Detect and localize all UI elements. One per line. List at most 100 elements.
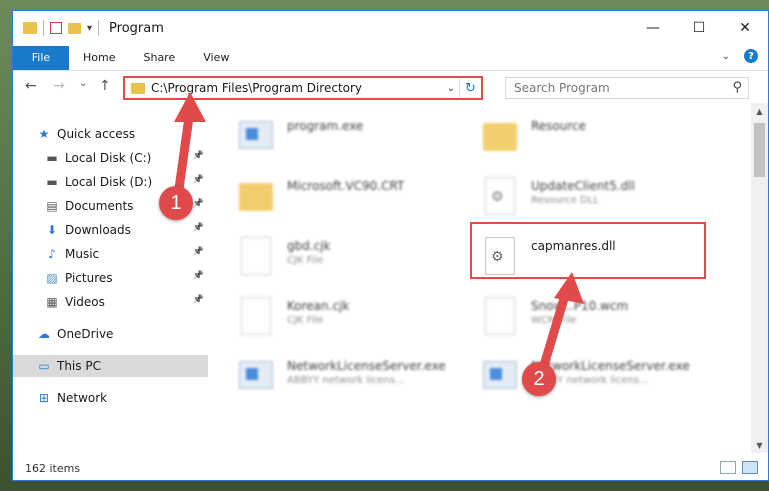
item-count: 162 items [25,461,81,475]
scroll-down-arrow[interactable]: ▼ [751,437,768,453]
search-box[interactable]: Search Program ⚲ [505,77,749,99]
sidebar-item[interactable]: ⊞ Network [13,387,208,409]
file-item[interactable]: NetworkLicenseServer.exe ABBYY network li… [481,353,711,409]
tab-view[interactable]: View [189,51,243,64]
sidebar-item-label: Downloads [65,223,131,237]
large-icons-view-icon[interactable] [742,461,758,474]
window-controls: — ☐ ✕ [630,11,768,45]
file-name: Resource [531,119,587,133]
search-input[interactable]: Search Program [514,81,610,95]
pin-icon[interactable]: 📌 [193,199,204,209]
new-folder-icon[interactable] [68,22,81,34]
back-button[interactable]: ← [25,78,37,94]
sidebar-item-label: Music [65,247,100,261]
refresh-button[interactable]: ↻ [459,78,481,98]
pin-icon[interactable]: 📌 [193,271,204,281]
toolbar-divider [43,20,44,36]
expand-ribbon-icon[interactable]: ⌄ [722,51,730,62]
tab-file[interactable]: File [13,45,69,70]
documents-icon: ▤ [46,199,58,213]
scroll-thumb[interactable] [754,123,765,177]
file-item[interactable]: Korean.cjk CJK File [237,293,467,349]
step-2-badge: 2 [522,362,556,396]
help-icon[interactable]: ? [744,49,758,63]
file-name: NetworkLicenseServer.exe [531,359,690,373]
title-bar: ▾ Program — ☐ ✕ [13,11,768,45]
music-icon: ♪ [48,247,56,261]
application-icon [237,113,273,157]
sidebar-item[interactable]: ⬇ Downloads 📌 [13,219,208,241]
pin-icon[interactable]: 📌 [193,151,204,161]
recent-locations-button[interactable]: ⌄ [79,78,87,89]
address-dropdown-button[interactable]: ⌄ [443,83,459,94]
folder-icon [237,173,273,217]
forward-button[interactable]: → [53,78,65,94]
scroll-up-arrow[interactable]: ▲ [751,103,768,119]
file-item[interactable]: gbd.cjk CJK File [237,233,467,289]
sidebar-item[interactable]: ▦ Videos 📌 [13,291,208,313]
tab-home[interactable]: Home [69,51,129,64]
window-title: Program [109,20,164,36]
properties-icon[interactable] [50,22,62,34]
file-name: UpdateClient5.dll [531,179,635,193]
pin-icon[interactable]: 📌 [193,295,204,305]
drive-icon: ▬ [46,175,58,189]
file-name: program.exe [287,119,364,133]
computer-icon: ▭ [38,359,50,373]
sidebar-item[interactable]: ▬ Local Disk (C:) 📌 [13,147,208,169]
pin-icon[interactable]: 📌 [193,247,204,257]
file-item[interactable]: Resource [481,113,711,169]
search-icon: ⚲ [732,80,742,95]
pin-icon[interactable]: 📌 [193,175,204,185]
file-name: gbd.cjk [287,239,331,253]
document-icon [237,293,273,337]
file-item[interactable]: NetworkLicenseServer.exe ABBYY network li… [237,353,467,409]
step-1-badge: 1 [159,186,193,220]
dll-file-icon: ⚙ [481,173,517,217]
application-icon [481,353,517,397]
pin-icon[interactable]: 📌 [193,223,204,233]
folder-icon [23,22,37,34]
file-list: program.exe Resource Microsoft.VC90.CRT ⚙ Up… [209,103,745,453]
close-button[interactable]: ✕ [722,11,768,45]
file-type: ABBYY network licens... [287,375,405,386]
vertical-scrollbar[interactable]: ▲ ▼ [751,103,768,453]
file-item[interactable]: Microsoft.VC90.CRT [237,173,467,229]
videos-icon: ▦ [46,295,58,309]
maximize-button[interactable]: ☐ [676,11,722,45]
sidebar-item[interactable]: ♪ Music 📌 [13,243,208,265]
sidebar-item[interactable]: ▭ This PC [13,355,208,377]
sidebar-item[interactable]: ▨ Pictures 📌 [13,267,208,289]
file-item[interactable]: ⚙ UpdateClient5.dll Resource DLL [481,173,711,229]
address-path[interactable]: C:\Program Files\Program Directory [151,81,443,95]
pictures-icon: ▨ [46,271,58,285]
file-name: capmanres.dll [531,239,616,253]
tab-share[interactable]: Share [129,51,189,64]
file-name: Korean.cjk [287,299,350,313]
file-type: Resource DLL [531,195,599,206]
drive-icon: ▬ [46,151,58,165]
sidebar-item-label: This PC [57,359,101,373]
file-item[interactable]: Snow...P10.wcm WCM File [481,293,711,349]
file-item[interactable]: program.exe [237,113,467,169]
view-toggle [720,461,758,474]
file-type: WCM File [531,315,577,326]
explorer-window: ▾ Program — ☐ ✕ File Home Share View ⌄ ?… [12,10,769,481]
up-button[interactable]: ↑ [99,78,111,94]
ribbon-right: ⌄ ? [722,49,758,63]
sidebar-item-label: Quick access [57,127,136,141]
minimize-button[interactable]: — [630,11,676,45]
dll-file-icon: ⚙ [481,233,517,277]
sidebar-item[interactable]: ☁ OneDrive [13,323,208,345]
sidebar-item-label: Videos [65,295,105,309]
sidebar-item[interactable]: ★ Quick access [13,123,208,145]
folder-icon [131,82,145,94]
quick-access-toolbar: ▾ [13,20,100,36]
status-bar: 162 items [13,456,768,480]
details-view-icon[interactable] [720,461,736,474]
document-icon [237,233,273,277]
file-item[interactable]: ⚙ capmanres.dll [481,233,711,289]
address-bar[interactable]: C:\Program Files\Program Directory ⌄ ↻ [123,76,483,100]
customize-toolbar-icon[interactable]: ▾ [87,23,92,34]
sidebar-item-label: Network [57,391,108,405]
